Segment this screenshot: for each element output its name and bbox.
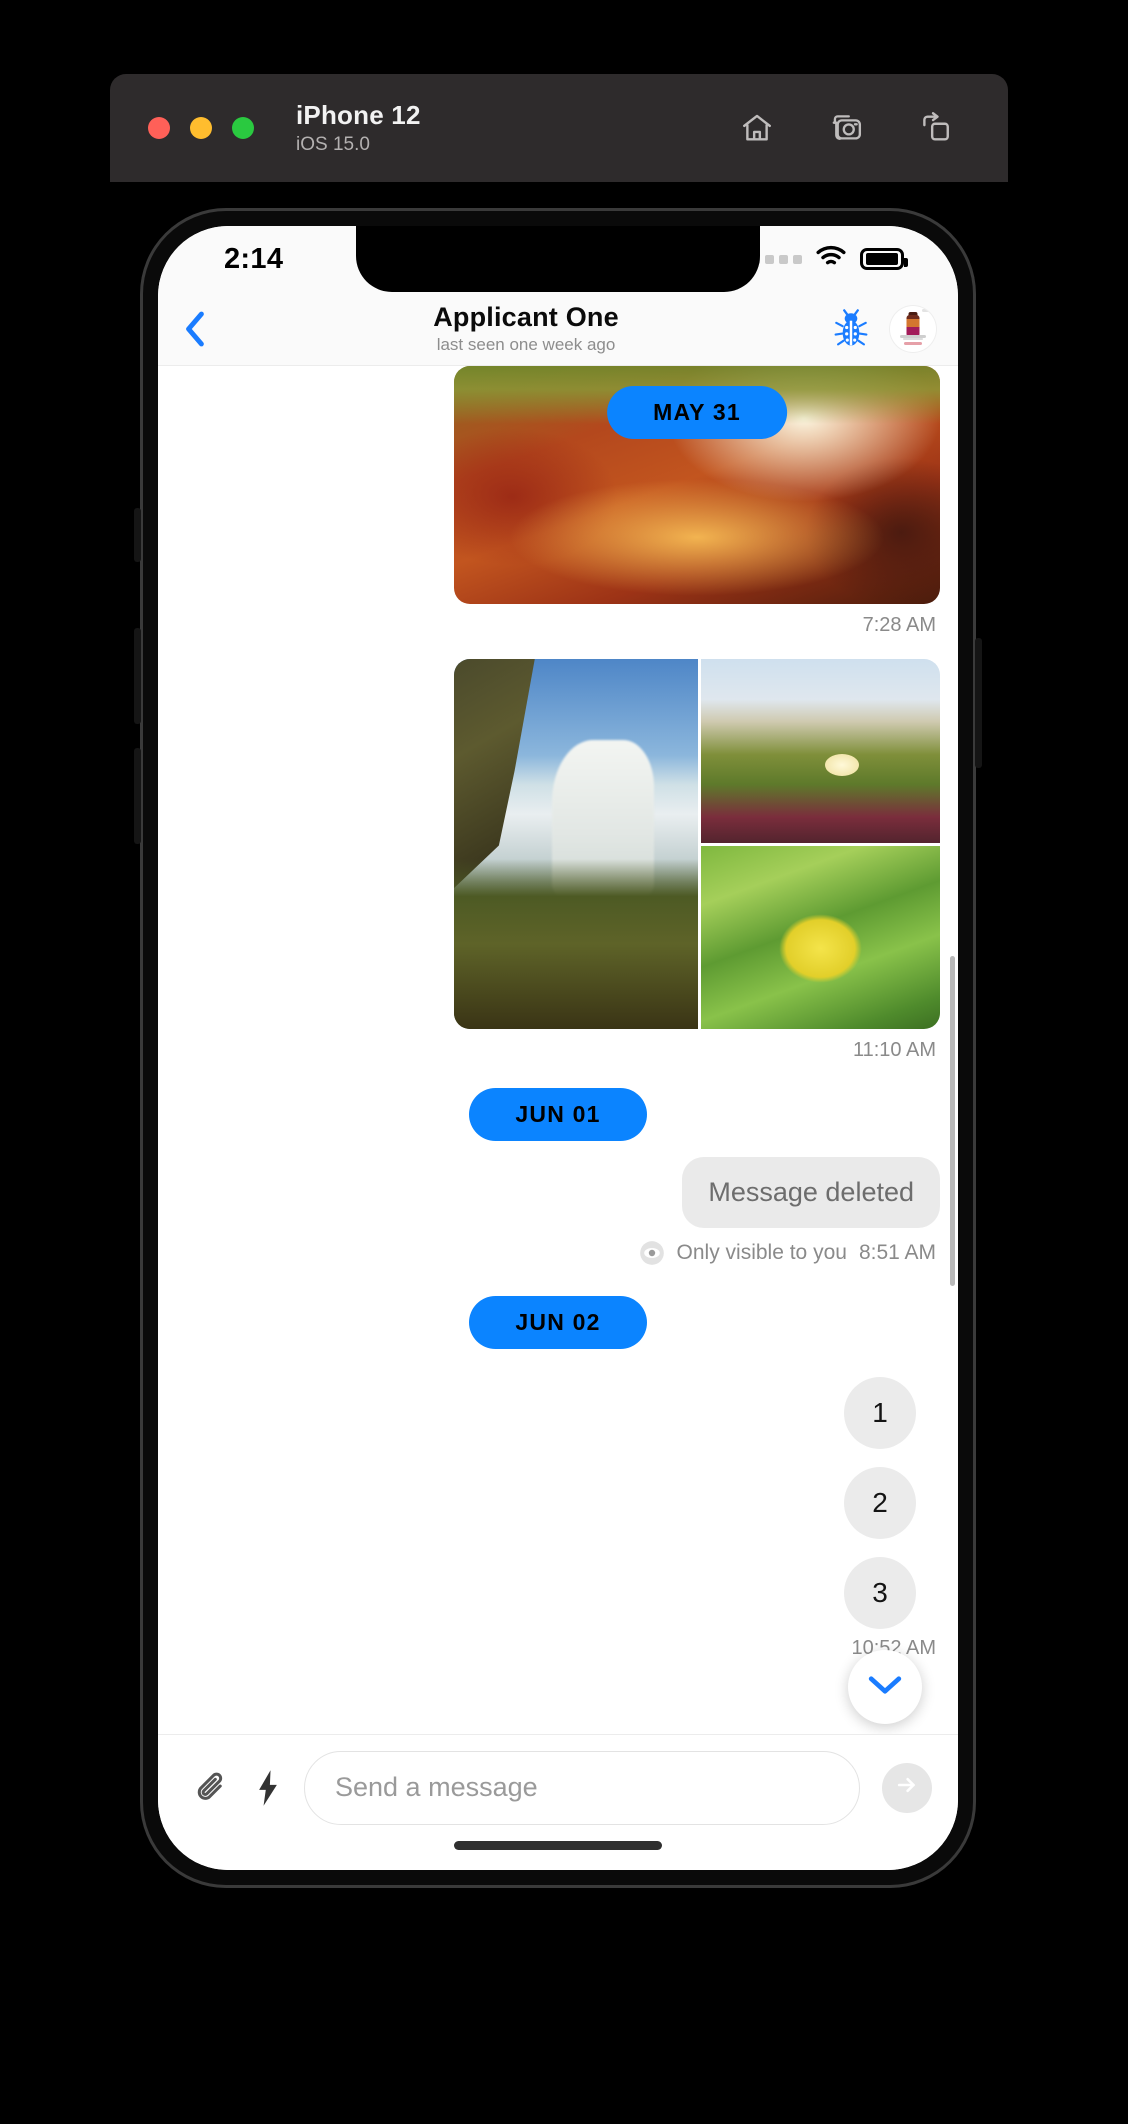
counter-bubble[interactable]: 3 [844, 1557, 916, 1629]
message-list[interactable]: MAY 31 7:28 AM 11:10 AM JUN 01 Message d… [158, 366, 958, 1734]
home-icon[interactable] [740, 111, 774, 145]
counter-bubble[interactable]: 2 [844, 1467, 916, 1539]
device-os-version: iOS 15.0 [296, 134, 370, 155]
album-message[interactable] [454, 659, 940, 1029]
window-traffic-lights [148, 117, 254, 139]
eye-icon [639, 1240, 665, 1266]
peer-info[interactable]: Applicant One last seen one week ago [222, 302, 830, 355]
message-row-deleted: Message deleted [158, 1157, 958, 1228]
bug-icon[interactable] [830, 308, 872, 350]
zoom-window-button[interactable] [232, 117, 254, 139]
date-pill[interactable]: MAY 31 [607, 386, 787, 439]
iphone-device-frame: 2:14 Applicant One last seen one week ag… [134, 208, 982, 1888]
rotate-icon[interactable] [918, 111, 952, 145]
simulator-title-bar: iPhone 12 iOS 15.0 [110, 74, 1008, 182]
message-input-placeholder: Send a message [335, 1772, 538, 1802]
message-timestamp: 10:52 AM [851, 1637, 936, 1659]
device-info: iPhone 12 iOS 15.0 [296, 100, 421, 156]
chevron-down-icon [867, 1673, 903, 1702]
header-actions [830, 305, 958, 352]
status-bar-clock: 2:14 [224, 242, 284, 275]
message-input[interactable]: Send a message [304, 1750, 860, 1825]
scroll-to-bottom-button[interactable] [848, 1650, 922, 1724]
message-timestamp: 7:28 AM [862, 614, 936, 636]
counter-bubble[interactable]: 1 [844, 1377, 916, 1449]
screenshot-root: iPhone 12 iOS 15.0 2:14 Applicant One la… [0, 0, 1128, 2124]
message-timestamp: 11:10 AM [852, 1039, 936, 1061]
vertical-scrollbar[interactable] [950, 956, 955, 1286]
wifi-icon [815, 245, 847, 274]
message-timestamp: 8:51 AM [858, 1241, 936, 1264]
waterfall-cascade [551, 740, 654, 896]
message-row-album [158, 659, 958, 1029]
chat-header: Applicant One last seen one week ago [158, 292, 958, 366]
send-arrow-icon [894, 1772, 920, 1803]
device-name: iPhone 12 [296, 100, 421, 130]
waterfall-mossy-rocks-photo[interactable] [454, 659, 698, 1029]
screenshot-camera-icon[interactable] [828, 111, 864, 145]
date-pill[interactable]: JUN 01 [469, 1088, 647, 1141]
device-screen: 2:14 Applicant One last seen one week ag… [158, 226, 958, 1870]
volume-down-button[interactable] [134, 748, 141, 844]
ice-plant-dune-flowers-photo[interactable] [700, 659, 940, 843]
peer-last-seen: last seen one week ago [436, 335, 616, 354]
close-window-button[interactable] [148, 117, 170, 139]
deleted-message-bubble[interactable]: Message deleted [682, 1157, 940, 1228]
send-button[interactable] [882, 1762, 932, 1813]
message-row-counter: 3 [158, 1557, 958, 1629]
minimize-window-button[interactable] [190, 117, 212, 139]
simulator-toolbar [740, 111, 952, 145]
back-button[interactable] [158, 309, 232, 349]
message-row-counter: 2 [158, 1467, 958, 1539]
date-separator-row: JUN 01 [158, 1074, 958, 1141]
lightning-bolt-icon[interactable] [240, 1769, 296, 1807]
message-row-photo: MAY 31 [158, 366, 958, 604]
paperclip-icon[interactable] [184, 1769, 240, 1807]
avatar[interactable] [890, 305, 936, 352]
power-button[interactable] [975, 638, 982, 768]
home-indicator[interactable] [454, 1841, 662, 1850]
photo-message[interactable]: MAY 31 [454, 366, 940, 604]
display-notch [356, 226, 760, 292]
visibility-note: Only visible to you [676, 1241, 847, 1264]
message-row-counter: 1 [158, 1377, 958, 1449]
deleted-message-meta: Only visible to you 8:51 AM [158, 1240, 958, 1266]
date-pill[interactable]: JUN 02 [469, 1296, 647, 1349]
lemon-tree-leaves-photo[interactable] [700, 845, 940, 1029]
battery-full-icon [860, 248, 908, 270]
peer-name: Applicant One [433, 302, 619, 332]
date-separator-row: JUN 02 [158, 1282, 958, 1349]
